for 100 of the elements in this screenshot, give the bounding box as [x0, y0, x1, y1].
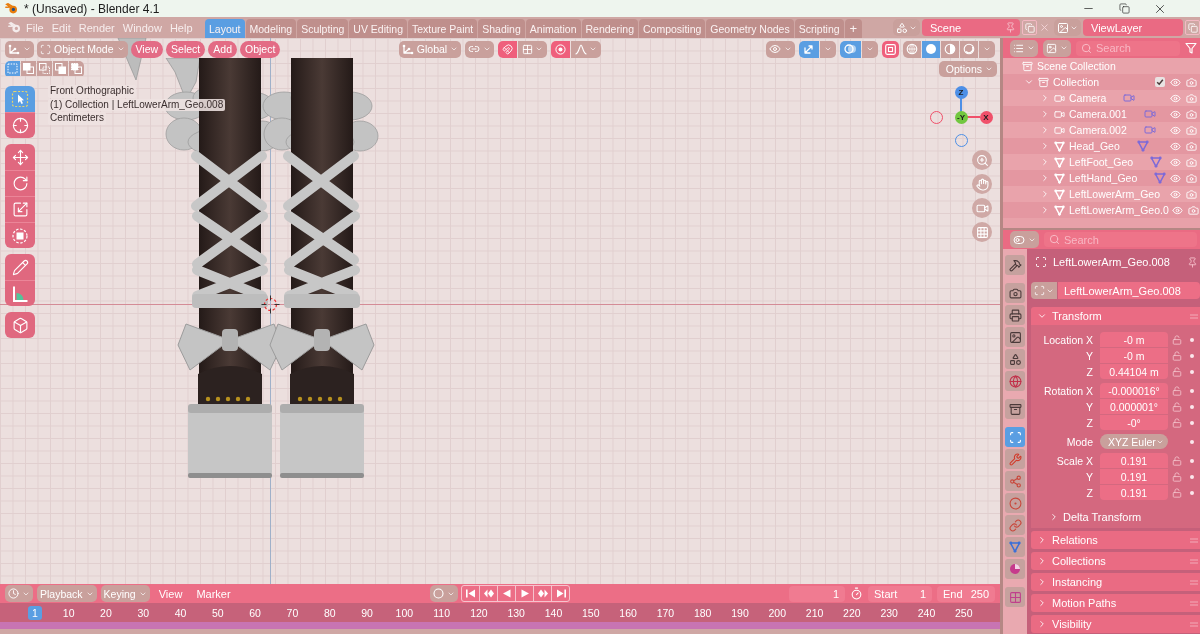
menu-item[interactable]: View: [153, 587, 188, 600]
workspace-tab[interactable]: UV Editing: [349, 19, 407, 38]
dot-icon[interactable]: [1190, 337, 1194, 342]
eye-icon[interactable]: [1170, 172, 1181, 184]
tool-button[interactable]: [5, 196, 35, 222]
overlay-toggle[interactable]: [840, 40, 861, 58]
camera-icon[interactable]: [1186, 76, 1197, 88]
mode-dropdown[interactable]: Object Mode: [37, 40, 128, 58]
grip-icon[interactable]: [1190, 558, 1198, 564]
editor-type-button[interactable]: [1010, 231, 1039, 248]
outliner-row[interactable]: Head_Geo: [1003, 138, 1200, 154]
grip-icon[interactable]: [1190, 537, 1198, 543]
camera-icon[interactable]: [1186, 92, 1197, 104]
properties-tab[interactable]: [1005, 283, 1025, 303]
workspace-tab[interactable]: Rendering: [581, 19, 638, 38]
eye-icon[interactable]: [1170, 140, 1181, 152]
properties-tab[interactable]: [1005, 471, 1025, 491]
menu-item[interactable]: Select: [166, 40, 206, 58]
selection-mode-button[interactable]: [53, 60, 68, 76]
shading-dropdown[interactable]: [979, 40, 995, 58]
properties-tab[interactable]: [1005, 399, 1025, 419]
tool-button[interactable]: [5, 280, 35, 306]
number-field[interactable]: 0.191: [1100, 485, 1168, 500]
selection-mode-button[interactable]: [37, 60, 52, 76]
eye-icon[interactable]: [1170, 188, 1181, 200]
frame-ruler[interactable]: 1 10 20 30 40 50 60 70 80 90 100 110 120 130 140 150 160 170 180 190 200 210 220 230 240 250: [0, 603, 1000, 622]
workspace-tab[interactable]: Scripting: [794, 19, 844, 38]
outliner-row[interactable]: LeftHand_Geo: [1003, 170, 1200, 186]
view-layer-filter-dropdown[interactable]: [1043, 39, 1071, 57]
dot-icon[interactable]: [1190, 458, 1194, 463]
tool-button[interactable]: [5, 222, 35, 248]
object-name-field[interactable]: LeftLowerArm_Geo.008: [1058, 282, 1200, 299]
tool-button[interactable]: [5, 112, 35, 138]
grip-icon[interactable]: [1190, 600, 1198, 606]
properties-tab[interactable]: [1005, 515, 1025, 535]
zoom-button[interactable]: [972, 150, 992, 170]
eye-icon[interactable]: [1170, 156, 1181, 168]
end-frame-field[interactable]: End 250: [937, 585, 995, 602]
padlock-icon[interactable]: [1172, 366, 1182, 377]
menu-item[interactable]: File: [22, 18, 48, 37]
camera-icon[interactable]: [1186, 124, 1197, 136]
eye-icon[interactable]: [1171, 204, 1183, 216]
dot-icon[interactable]: [1190, 420, 1194, 425]
new-view-layer-button[interactable]: [1185, 20, 1200, 35]
panel-header[interactable]: Visibility: [1031, 615, 1200, 633]
view-layer-browse-button[interactable]: [1054, 19, 1081, 36]
properties-tab[interactable]: [1005, 449, 1025, 469]
ortho-toggle-button[interactable]: [972, 222, 992, 242]
menu-item[interactable]: Add: [208, 40, 237, 58]
snap-toggle[interactable]: [498, 40, 518, 58]
menu-item[interactable]: Object: [240, 40, 281, 58]
dot-icon[interactable]: [1190, 474, 1194, 479]
panel-header[interactable]: Relations: [1031, 531, 1200, 549]
properties-tab[interactable]: [1005, 349, 1025, 369]
shading-button[interactable]: [922, 40, 940, 58]
padlock-icon[interactable]: [1172, 417, 1182, 428]
grip-icon[interactable]: [1190, 579, 1198, 585]
dot-icon[interactable]: [1190, 353, 1194, 358]
camera-icon[interactable]: [1186, 108, 1197, 120]
editor-type-button[interactable]: [5, 40, 34, 58]
workspace-tab[interactable]: Animation: [525, 19, 581, 38]
snap-target-dropdown[interactable]: [518, 40, 548, 58]
grip-icon[interactable]: [1190, 313, 1198, 319]
selection-mode-button[interactable]: [69, 60, 84, 76]
axis-ball[interactable]: -Y: [954, 110, 968, 124]
workspace-tab[interactable]: Compositing: [638, 19, 706, 38]
number-field[interactable]: -0°: [1100, 415, 1168, 430]
dot-icon[interactable]: [1190, 404, 1194, 409]
dot-icon[interactable]: [1190, 369, 1194, 374]
properties-tab[interactable]: [1005, 327, 1025, 347]
pin-icon[interactable]: [1187, 256, 1198, 268]
timeline-dropdown[interactable]: Keying: [100, 585, 150, 602]
number-field[interactable]: -0 m: [1100, 332, 1168, 347]
selection-mode-button[interactable]: [5, 60, 20, 76]
eye-icon[interactable]: [1170, 76, 1181, 88]
playback-button[interactable]: [461, 585, 480, 602]
new-scene-button[interactable]: [1022, 20, 1037, 35]
number-field[interactable]: 0.000001°: [1100, 399, 1168, 414]
overlay-dropdown[interactable]: [862, 40, 878, 58]
workspace-tab[interactable]: Layout: [205, 19, 245, 38]
properties-tab[interactable]: [1005, 559, 1025, 579]
camera-icon[interactable]: [1186, 172, 1197, 184]
stopwatch-icon[interactable]: [850, 587, 863, 600]
menu-item[interactable]: Edit: [47, 18, 75, 37]
scene-browse-button[interactable]: [893, 19, 920, 36]
padlock-icon[interactable]: [1172, 455, 1182, 466]
properties-tab[interactable]: [1005, 427, 1025, 447]
number-field[interactable]: -0.000016°: [1100, 383, 1168, 398]
properties-tab[interactable]: [1005, 305, 1025, 325]
menu-item[interactable]: Window: [118, 18, 166, 37]
tool-button[interactable]: [5, 170, 35, 196]
subpanel-header[interactable]: Delta Transform: [1031, 508, 1200, 525]
outliner-row[interactable]: Collection: [1003, 74, 1200, 90]
dot-icon[interactable]: [1190, 490, 1194, 495]
playback-button[interactable]: [479, 585, 498, 602]
visibility-dropdown[interactable]: [766, 40, 795, 58]
orientation-dropdown[interactable]: Global: [398, 40, 462, 58]
scrollbar[interactable]: [0, 622, 1000, 629]
timeline-dropdown[interactable]: Playback: [37, 585, 97, 602]
properties-tab[interactable]: [1005, 493, 1025, 513]
